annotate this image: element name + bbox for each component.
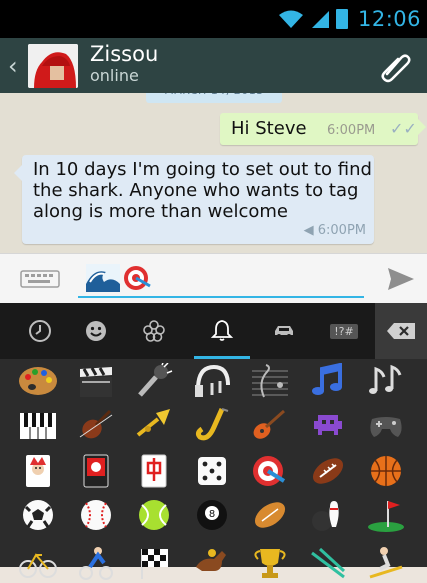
symbols-label: !?#: [330, 323, 358, 339]
cell-signal-icon: [311, 11, 329, 28]
avatar[interactable]: [28, 44, 78, 88]
trophy-icon[interactable]: [246, 543, 294, 583]
bell-icon: [210, 319, 234, 341]
car-icon: [275, 326, 293, 338]
backspace-icon: [387, 323, 415, 339]
bubble-tail: [418, 119, 426, 135]
message-time: 6:00PM: [327, 123, 376, 138]
wifi-icon: [278, 10, 303, 28]
back-icon[interactable]: ‹: [8, 52, 18, 80]
clock-tab[interactable]: [12, 303, 68, 359]
musical-notes-icon[interactable]: [362, 361, 410, 401]
soccer-ball-icon[interactable]: [14, 495, 62, 535]
mahjong-icon[interactable]: [130, 451, 178, 491]
date-divider: MARCH 14, 2013: [146, 93, 282, 103]
svg-text:8: 8: [209, 509, 215, 520]
emoji-tab-bar: !?#: [0, 303, 427, 359]
bell-tab[interactable]: [194, 303, 250, 359]
clock-icon: [29, 320, 51, 342]
checkered-flag-icon[interactable]: [130, 543, 178, 583]
target-icon: [124, 266, 151, 290]
joker-card-icon[interactable]: [14, 451, 62, 491]
message-input[interactable]: [78, 262, 364, 298]
tennis-ball-icon[interactable]: [130, 495, 178, 535]
flower-tab[interactable]: [126, 303, 182, 359]
flower-icon: [143, 320, 165, 342]
chat-area[interactable]: MARCH 14, 2013 Hi Steve 6:00PM ✓✓ In 10 …: [0, 93, 427, 253]
rugby-ball-icon[interactable]: [246, 495, 294, 535]
read-receipt-icon: ✓✓: [390, 119, 417, 138]
symbols-tab[interactable]: !?#: [316, 303, 372, 359]
battery-icon: [335, 9, 348, 29]
clapperboard-icon[interactable]: [72, 361, 120, 401]
palette-icon[interactable]: [14, 361, 62, 401]
voice-icon: ◀: [303, 223, 314, 238]
incoming-message[interactable]: In 10 days I'm going to set out to find …: [14, 155, 374, 244]
status-time: 12:06: [357, 7, 421, 31]
bicycle-icon[interactable]: [14, 543, 62, 583]
basketball-icon[interactable]: [362, 451, 410, 491]
wave-icon: [86, 264, 120, 292]
contact-status: online: [90, 66, 139, 85]
smiley-tab[interactable]: [68, 303, 124, 359]
send-icon[interactable]: [387, 266, 415, 292]
horse-racing-icon[interactable]: [188, 543, 236, 583]
emoji-panel: !?# 8: [0, 303, 427, 580]
input-bar: [0, 253, 427, 304]
piano-icon[interactable]: [14, 405, 62, 445]
guitar-icon[interactable]: [246, 405, 294, 445]
message-time-label: 6:00PM: [317, 223, 366, 238]
violin-icon[interactable]: [72, 405, 120, 445]
golf-icon[interactable]: [362, 495, 410, 535]
message-text: In 10 days I'm going to set out to find …: [33, 159, 372, 222]
keyboard-icon[interactable]: [20, 270, 60, 288]
flower-card-icon[interactable]: [72, 451, 120, 491]
bubble-tail: [14, 165, 22, 181]
headphones-icon[interactable]: [188, 361, 236, 401]
status-bar: 12:06: [0, 0, 427, 38]
dice-icon[interactable]: [188, 451, 236, 491]
action-bar: ‹ Zissou online: [0, 38, 427, 93]
8ball-icon[interactable]: 8: [188, 495, 236, 535]
backspace-button[interactable]: [375, 303, 427, 359]
microphone-icon[interactable]: [130, 361, 178, 401]
baseball-icon[interactable]: [72, 495, 120, 535]
cyclist-icon[interactable]: [72, 543, 120, 583]
musical-score-icon[interactable]: [246, 361, 294, 401]
bowling-icon[interactable]: [304, 495, 352, 535]
message-text: Hi Steve: [231, 118, 307, 139]
target-icon[interactable]: [246, 451, 294, 491]
status-icons: 12:06: [278, 0, 421, 38]
paperclip-icon[interactable]: [377, 48, 413, 84]
smiley-icon: [86, 321, 106, 341]
input-emoji-list: [86, 264, 154, 292]
car-tab[interactable]: [256, 303, 312, 359]
musical-note-icon[interactable]: [304, 361, 352, 401]
outgoing-message[interactable]: Hi Steve 6:00PM ✓✓: [220, 113, 426, 145]
ski-icon[interactable]: [304, 543, 352, 583]
trumpet-icon[interactable]: [130, 405, 178, 445]
avatar-image: [28, 44, 78, 88]
emoji-grid: 8: [0, 359, 427, 580]
american-football-icon[interactable]: [304, 451, 352, 491]
space-invader-icon[interactable]: [304, 405, 352, 445]
snowboarder-icon[interactable]: [362, 543, 410, 583]
message-time: ◀ 6:00PM: [304, 223, 366, 238]
saxophone-icon[interactable]: [188, 405, 236, 445]
gamepad-icon[interactable]: [362, 405, 410, 445]
contact-name[interactable]: Zissou: [90, 42, 158, 66]
